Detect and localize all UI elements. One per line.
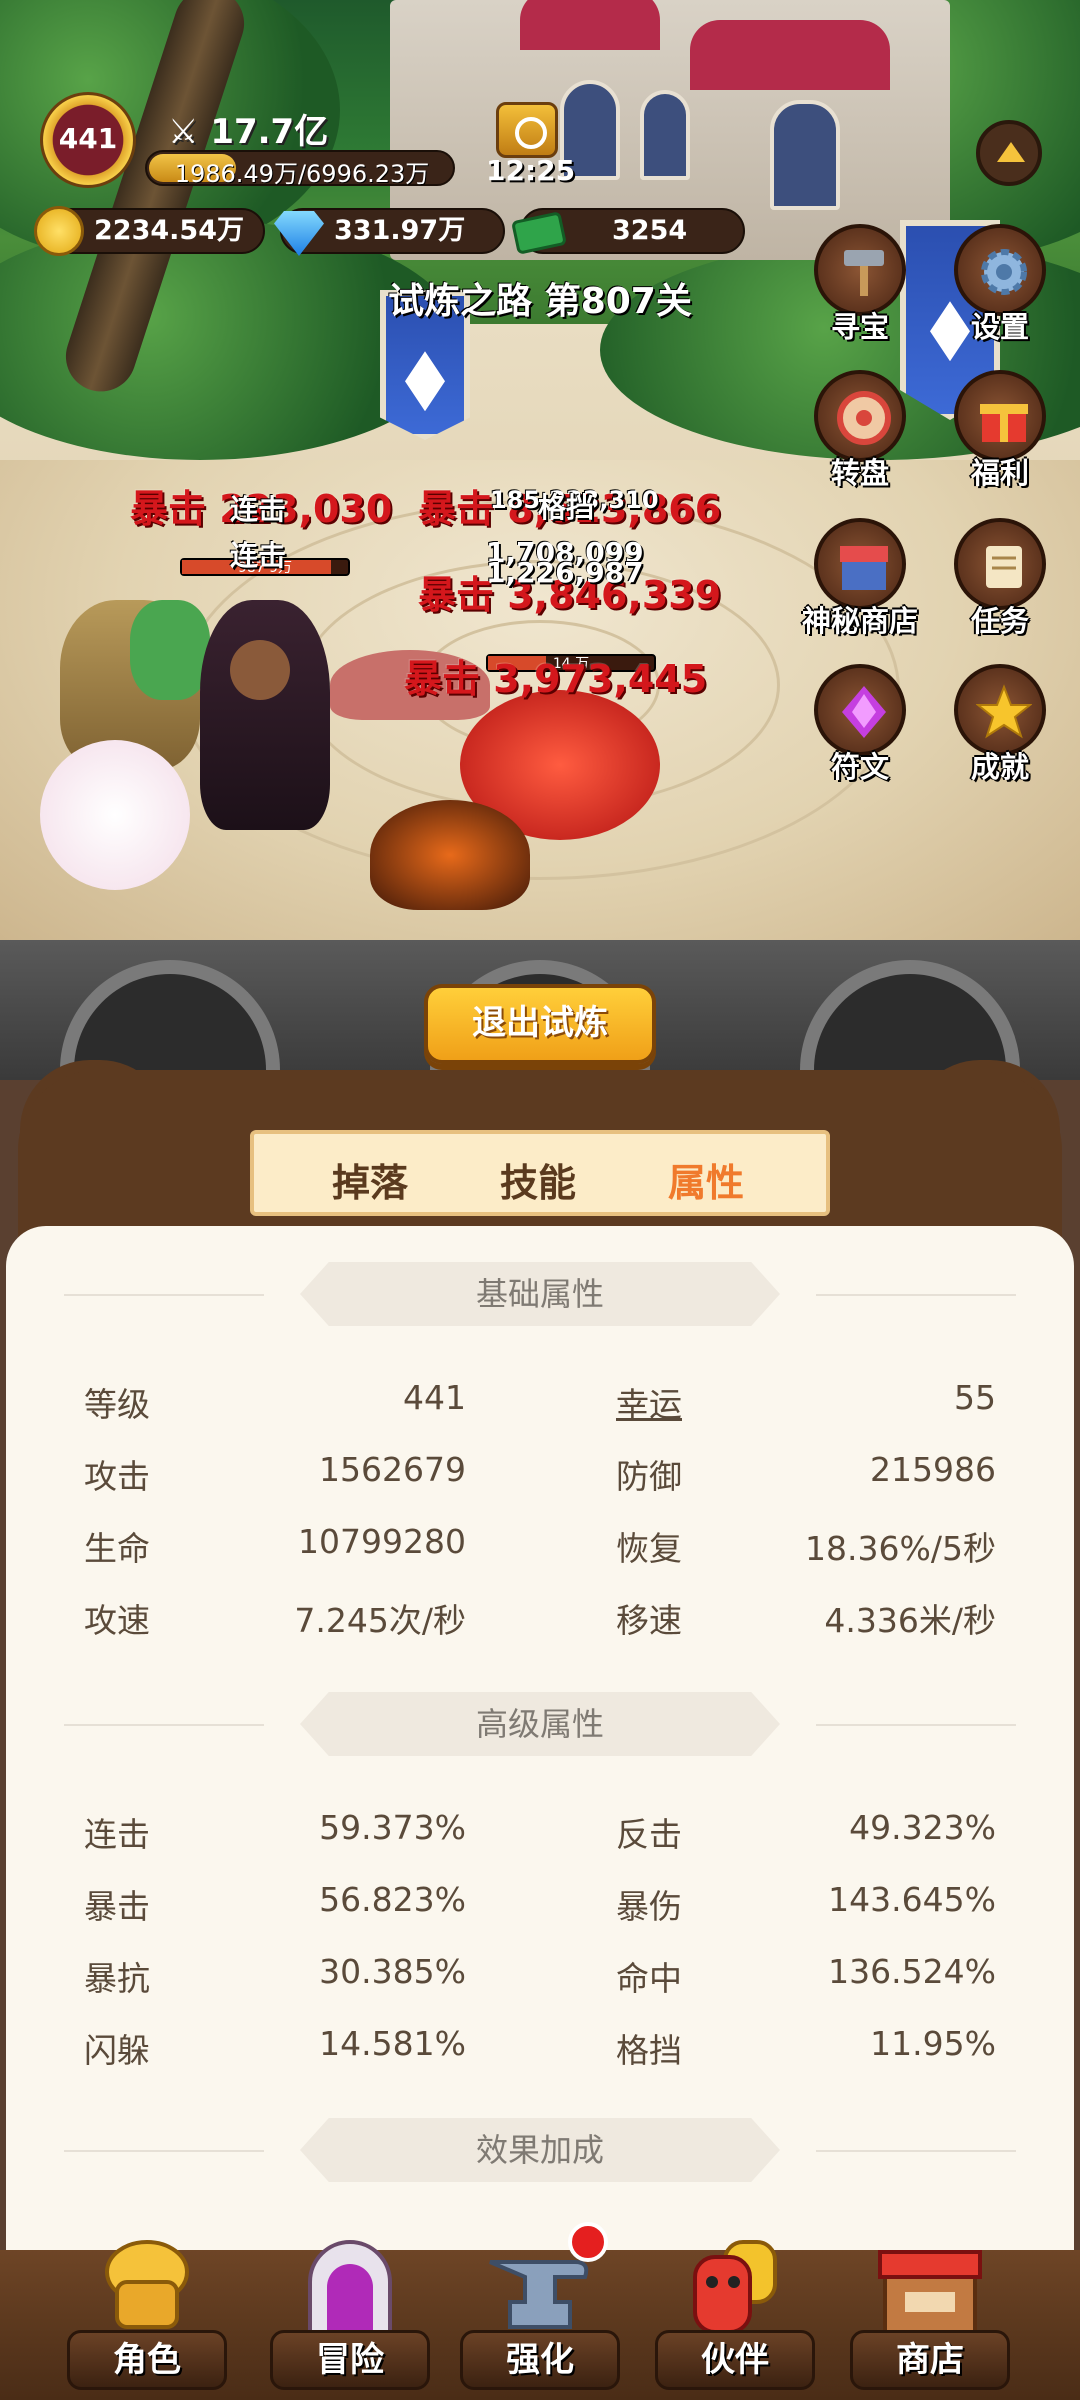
combo-text: 连击 [230,539,287,572]
armor-icon [92,2232,202,2342]
gem-icon [814,664,906,756]
hero-knight [200,600,330,830]
gold-counter[interactable]: 2234.54万 [34,206,265,256]
stat-value: 1562679 [319,1450,466,1489]
stat-value: 11.95% [870,2024,996,2063]
section-advanced-title: 高级属性 [300,1692,780,1756]
section-basic-title: 基础属性 [300,1262,780,1326]
stat-label: 暴抗 [84,1959,150,1998]
stat-value: 215986 [870,1450,996,1489]
stat-value: 7.245次/秒 [294,1601,466,1640]
star-icon [954,664,1046,756]
stat-value: 30.385% [319,1952,466,1991]
gift-icon [954,370,1046,462]
divider [64,2150,264,2152]
rune-button[interactable]: 符文 [800,664,920,794]
nav-store[interactable]: 商店 [835,2232,1025,2400]
stat-value: 49.323% [849,1808,996,1847]
task-button[interactable]: 任务 [940,518,1060,648]
exp-bar: 1986.49万/6996.23万 [145,150,455,188]
divider [64,1724,264,1726]
stat-value: 56.823% [319,1880,466,1919]
stat-label: 暴伤 [616,1887,682,1926]
white-fluff-partner [40,740,190,890]
welfare-button[interactable]: 福利 [940,370,1060,500]
combat-power: ⚔ 17.7亿 [168,104,328,153]
lava-turtle-enemy [370,800,530,910]
divider [816,1294,1016,1296]
hero-face [230,640,290,700]
divider [816,2150,1016,2152]
wheel-icon [814,370,906,462]
nav-character[interactable]: 角色 [52,2232,242,2400]
stat-label: 反击 [616,1815,682,1854]
exit-trial-button[interactable]: 退出试炼 [424,984,656,1064]
stat-label: 攻击 [84,1457,150,1496]
nav-enhance[interactable]: 强化 [445,2232,635,2400]
stat-label: 暴击 [84,1887,150,1926]
player-level-badge[interactable]: 441 [30,92,146,192]
gold-coin-icon [34,206,84,256]
stat-value: 136.524% [828,1952,996,1991]
game-screen: 987 9万 14 万 暴击 223,030 暴击 8,523,866 暴击 3… [0,0,1080,2400]
stat-label: 连击 [84,1815,150,1854]
stat-label: 命中 [616,1959,682,1998]
stat-label: 恢复 [616,1529,682,1568]
leaf-spirit [130,600,210,700]
divider [64,1294,264,1296]
portal-icon [295,2232,405,2342]
tab-bar: 掉落 技能 属性 [250,1130,830,1216]
tab-drops[interactable]: 掉落 [332,1152,408,1207]
exp-text: 1986.49万/6996.23万 [174,160,430,188]
stat-value: 55 [954,1378,996,1417]
store-icon [875,2232,985,2342]
treasure-button[interactable]: 寻宝 [800,224,920,354]
nav-partner[interactable]: 伙伴 [640,2232,830,2400]
stat-label: 等级 [84,1385,150,1424]
gear-icon [954,224,1046,316]
idle-timer: 12:25 [486,154,576,187]
mystery-shop-button[interactable]: 神秘商店 [790,518,930,648]
stat-value: 59.373% [319,1808,466,1847]
stat-label: 攻速 [84,1601,150,1640]
stat-label: 格挡 [616,2031,682,2070]
section-bonus-title: 效果加成 [300,2118,780,2182]
stat-label: 闪躲 [84,2031,150,2070]
stat-value: 4.336米/秒 [824,1601,996,1640]
stat-value: 18.36%/5秒 [805,1529,996,1568]
scroll-icon [954,518,1046,610]
stat-label: 生命 [84,1529,150,1568]
shop-icon [814,518,906,610]
damage-text: 暴击 3,973,445 [404,657,708,701]
damage-number: 1,226,987 [486,556,644,589]
nav-adventure[interactable]: 冒险 [255,2232,445,2400]
stat-label: 防御 [616,1457,682,1496]
partner-icon [680,2232,790,2342]
stat-value: 10799280 [298,1522,466,1561]
combat-power-value: 17.7亿 [210,112,329,152]
hammer-icon [814,224,906,316]
swords-icon: ⚔ [168,112,199,152]
stat-label: 移速 [616,1601,682,1640]
divider [816,1724,1016,1726]
tab-attributes[interactable]: 属性 [668,1152,744,1207]
wheel-button[interactable]: 转盘 [800,370,920,500]
settings-button[interactable]: 设置 [940,224,1060,354]
cash-counter[interactable]: 3254 [511,208,745,255]
stat-label[interactable]: 幸运 [616,1378,682,1426]
stat-value: 14.581% [319,2024,466,2063]
stat-value: 143.645% [828,1880,996,1919]
notification-dot [568,2222,608,2262]
diamond-counter[interactable]: 331.97万 [274,208,505,256]
stat-value: 441 [403,1378,466,1417]
block-text: 格挡 [538,491,595,524]
tab-skills[interactable]: 技能 [500,1152,576,1207]
player-level: 441 [58,122,118,155]
achievement-button[interactable]: 成就 [940,664,1060,794]
collapse-toggle-button[interactable] [976,120,1042,186]
combo-text: 连击 [230,493,287,526]
idle-reward-icon[interactable] [496,102,558,158]
